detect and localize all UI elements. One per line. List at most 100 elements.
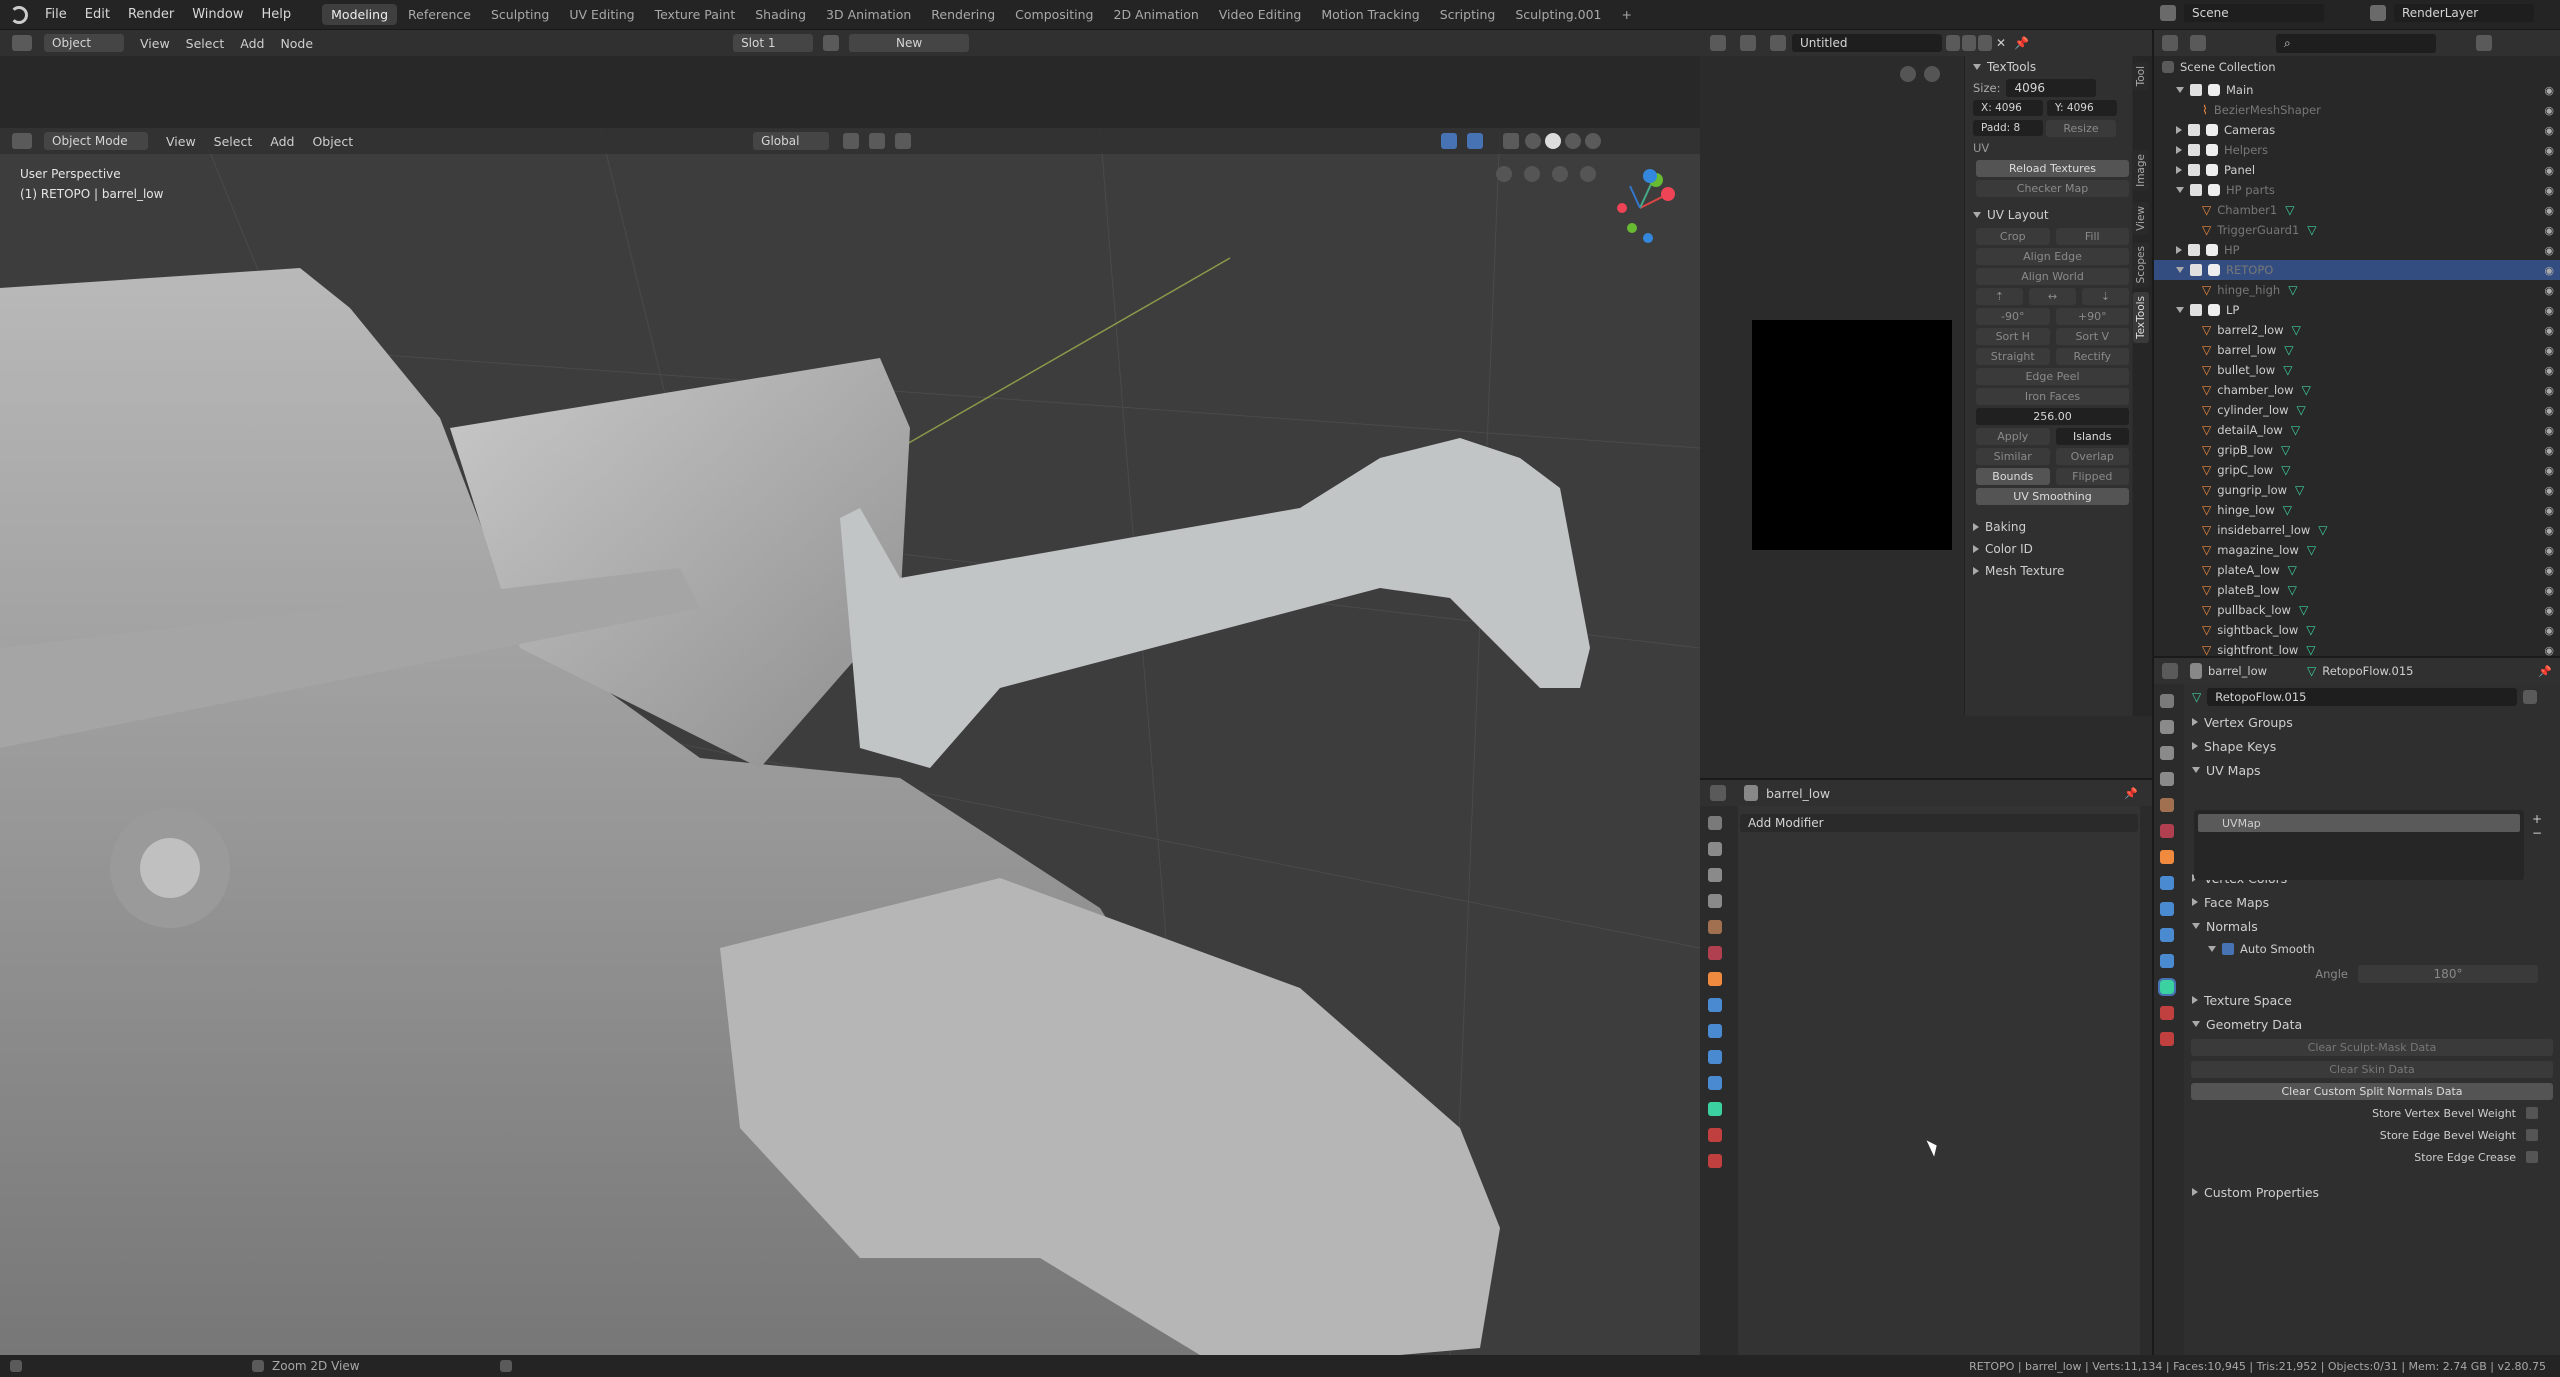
menu-help[interactable]: Help [253, 7, 301, 22]
outliner-row-magazine-low[interactable]: ▽ magazine_low ▽ ◉ [2154, 540, 2560, 560]
viewport-menu-select[interactable]: Select [214, 134, 253, 149]
proportional-edit-icon[interactable] [895, 133, 912, 149]
exclude-checkbox[interactable] [2190, 304, 2202, 316]
outliner-row-bullet-low[interactable]: ▽ bullet_low ▽ ◉ [2154, 360, 2560, 380]
expand-toggle-icon[interactable] [2176, 187, 2184, 193]
modifier-tab-icon[interactable] [1708, 998, 1722, 1012]
expand-toggle-icon[interactable] [2176, 126, 2182, 134]
material-tab-icon-2[interactable] [2160, 1006, 2174, 1020]
pivot-icon[interactable] [843, 133, 860, 149]
exclude-checkbox[interactable] [2188, 244, 2200, 256]
tool-tab-icon[interactable] [1708, 816, 1722, 830]
outliner-row-barrel2-low[interactable]: ▽ barrel2_low ▽ ◉ [2154, 320, 2560, 340]
hamburger-menu-icon[interactable] [1740, 35, 1756, 51]
filter-icon[interactable] [2476, 35, 2492, 51]
transform-orientation[interactable]: Global [753, 132, 830, 150]
outliner-row-hinge-high[interactable]: ▽ hinge_high ▽ ◉ [2154, 280, 2560, 300]
object-selector[interactable]: Object [44, 34, 124, 52]
visibility-eye-icon[interactable]: ◉ [2544, 644, 2554, 657]
node-editor-area[interactable] [0, 56, 1700, 128]
modifier-pin-icon[interactable]: 📌 [2124, 787, 2138, 800]
outliner-row-main[interactable]: Main ◉ [2154, 80, 2560, 100]
exclude-checkbox[interactable] [2188, 124, 2200, 136]
mesh-data-icon[interactable]: ▽ [2297, 403, 2306, 417]
overlay-toggle-icon[interactable] [1467, 133, 1484, 149]
outliner-row-lp[interactable]: LP ◉ [2154, 300, 2560, 320]
viewport-editor-type-icon[interactable] [12, 133, 32, 149]
expand-toggle-icon[interactable] [2176, 166, 2182, 174]
visibility-eye-icon[interactable]: ◉ [2544, 364, 2554, 377]
object-tab-icon-2[interactable] [2160, 850, 2174, 864]
mesh-data-icon[interactable]: ▽ [2306, 643, 2315, 657]
reload-textures-button[interactable]: Reload Textures [1976, 159, 2129, 177]
physics-tab-icon[interactable] [1708, 1050, 1722, 1064]
object-tab-icon[interactable] [1708, 972, 1722, 986]
menu-node[interactable]: Node [280, 36, 313, 51]
outliner-row-detaila-low[interactable]: ▽ detailA_low ▽ ◉ [2154, 420, 2560, 440]
tab-textools[interactable]: TexTools [2133, 292, 2149, 343]
output-tab-icon-2[interactable] [2160, 746, 2174, 760]
clear-split-normals-button[interactable]: Clear Custom Split Normals Data [2191, 1082, 2553, 1100]
sort-h-button[interactable]: Sort H [1976, 327, 2050, 345]
texel-density-field[interactable]: 256.00 [1976, 407, 2129, 425]
mesh-data-icon[interactable]: ▽ [2284, 343, 2293, 357]
visibility-eye-icon[interactable]: ◉ [2544, 504, 2554, 517]
tab-compositing[interactable]: Compositing [1006, 4, 1102, 25]
expand-toggle-icon[interactable] [2176, 267, 2184, 273]
solid-shading-icon[interactable] [1545, 133, 1562, 149]
outliner-row-plateb-low[interactable]: ▽ plateB_low ▽ ◉ [2154, 580, 2560, 600]
visibility-eye-icon[interactable]: ◉ [2544, 564, 2554, 577]
add-workspace-icon[interactable]: + [1613, 4, 1641, 25]
outliner-row-hinge-low[interactable]: ▽ hinge_low ▽ ◉ [2154, 500, 2560, 520]
visibility-eye-icon[interactable]: ◉ [2544, 324, 2554, 337]
menu-render[interactable]: Render [119, 7, 183, 22]
particles-tab-icon-2[interactable] [2160, 902, 2174, 916]
outliner-row-chamber1[interactable]: ▽ Chamber1 ▽ ◉ [2154, 200, 2560, 220]
tab-2d-animation[interactable]: 2D Animation [1105, 4, 1208, 25]
mesh-data-icon[interactable]: ▽ [2306, 623, 2315, 637]
geometry-data-section[interactable]: Geometry Data [2184, 1012, 2560, 1036]
mesh-data-icon[interactable]: ▽ [2295, 483, 2304, 497]
rotate-plus-90-button[interactable]: +90° [2055, 307, 2129, 325]
straight-button[interactable]: Straight [1976, 347, 2050, 365]
tab-sculpting[interactable]: Sculpting [482, 4, 558, 25]
tab-image[interactable]: Image [2133, 150, 2149, 191]
tab-3d-animation[interactable]: 3D Animation [817, 4, 920, 25]
uv-smoothing-button[interactable]: UV Smoothing [1976, 487, 2129, 505]
mesh-data-icon[interactable]: ▽ [2283, 503, 2292, 517]
outliner-row-gungrip-low[interactable]: ▽ gungrip_low ▽ ◉ [2154, 480, 2560, 500]
mesh-data-icon[interactable]: ▽ [2281, 463, 2290, 477]
custom-properties-section[interactable]: Custom Properties [2184, 1180, 2560, 1204]
mesh-data-icon[interactable]: ▽ [2318, 523, 2327, 537]
store-vertex-bevel-checkbox[interactable] [2526, 1107, 2538, 1119]
material-icon[interactable] [823, 35, 840, 51]
texture-tab-icon[interactable] [1708, 1154, 1722, 1168]
properties-editor-icon-2[interactable] [2162, 663, 2178, 679]
visibility-eye-icon[interactable]: ◉ [2544, 344, 2554, 357]
snap-icon[interactable] [869, 133, 886, 149]
outliner-row-sightback-low[interactable]: ▽ sightback_low ▽ ◉ [2154, 620, 2560, 640]
viewport-menu-add[interactable]: Add [270, 134, 294, 149]
visibility-eye-icon[interactable]: ◉ [2544, 164, 2554, 177]
tab-shading[interactable]: Shading [746, 4, 815, 25]
similar-button[interactable]: Similar [1976, 447, 2050, 465]
outliner-row-barrel-low[interactable]: ▽ barrel_low ▽ ◉ [2154, 340, 2560, 360]
mesh-data-icon[interactable]: ▽ [2291, 423, 2300, 437]
wireframe-shading-icon[interactable] [1525, 133, 1542, 149]
mesh-data-icon[interactable]: ▽ [2307, 223, 2316, 237]
align-bottom-button[interactable]: ⇣ [2082, 287, 2129, 305]
uv-layout-header[interactable]: UV Layout [1965, 204, 2132, 226]
view-layer-tab-icon[interactable] [1708, 894, 1722, 908]
gizmo-toggle-icon[interactable] [1441, 133, 1458, 149]
outliner-editor-icon[interactable] [2162, 35, 2178, 51]
tab-scripting[interactable]: Scripting [1431, 4, 1505, 25]
rectify-button[interactable]: Rectify [2055, 347, 2129, 365]
visibility-eye-icon[interactable]: ◉ [2544, 544, 2554, 557]
menu-window[interactable]: Window [183, 7, 252, 22]
image-name-field[interactable]: Untitled [1792, 34, 1942, 52]
mesh-data-icon[interactable]: ▽ [2283, 363, 2292, 377]
uv-maps-section[interactable]: UV Maps [2184, 758, 2560, 782]
visibility-eye-icon[interactable]: ◉ [2544, 444, 2554, 457]
tab-view[interactable]: View [2133, 202, 2149, 235]
overlap-button[interactable]: Overlap [2055, 447, 2129, 465]
